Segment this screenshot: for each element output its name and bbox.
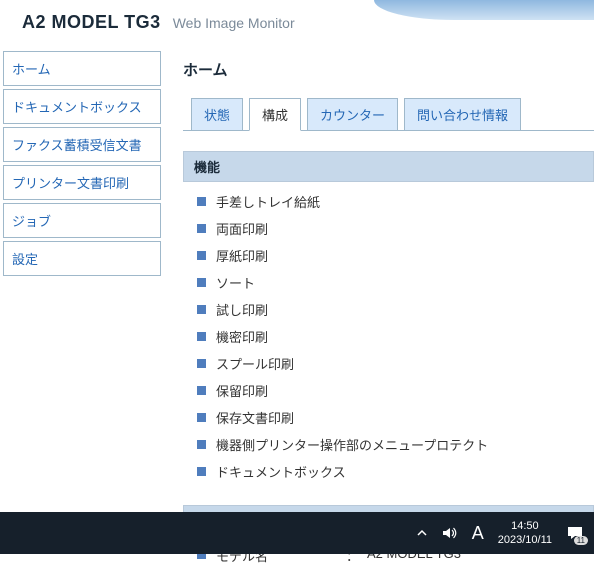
list-item: スプール印刷 bbox=[197, 350, 594, 377]
sidebar-item-printer-doc[interactable]: プリンター文書印刷 bbox=[3, 165, 161, 200]
notification-count: 11 bbox=[574, 536, 588, 545]
page-title: ホーム bbox=[183, 59, 594, 80]
list-item: 厚紙印刷 bbox=[197, 242, 594, 269]
tab-counter[interactable]: カウンター bbox=[307, 98, 398, 131]
feature-label: 両面印刷 bbox=[216, 219, 268, 238]
square-bullet-icon bbox=[197, 413, 206, 422]
feature-label: 機密印刷 bbox=[216, 327, 268, 346]
notification-icon[interactable]: 11 bbox=[566, 525, 584, 541]
tab-label: 問い合わせ情報 bbox=[417, 108, 508, 123]
square-bullet-icon bbox=[197, 197, 206, 206]
clock-date: 2023/10/11 bbox=[498, 533, 552, 547]
tab-label: 状態 bbox=[204, 108, 230, 123]
square-bullet-icon bbox=[197, 359, 206, 368]
list-item: 保留印刷 bbox=[197, 377, 594, 404]
feature-label: 保留印刷 bbox=[216, 381, 268, 400]
app-subtitle: Web Image Monitor bbox=[173, 15, 295, 31]
list-item: 手差しトレイ給紙 bbox=[197, 188, 594, 215]
feature-label: 厚紙印刷 bbox=[216, 246, 268, 265]
sidebar-item-home[interactable]: ホーム bbox=[3, 51, 161, 86]
sidebar-item-label: プリンター文書印刷 bbox=[12, 176, 129, 191]
list-item: 両面印刷 bbox=[197, 215, 594, 242]
sidebar-item-document-box[interactable]: ドキュメントボックス bbox=[3, 89, 161, 124]
sidebar-item-job[interactable]: ジョブ bbox=[3, 203, 161, 238]
square-bullet-icon bbox=[197, 224, 206, 233]
sidebar-item-label: ドキュメントボックス bbox=[12, 100, 142, 115]
tab-label: カウンター bbox=[320, 108, 385, 123]
clock[interactable]: 14:50 2023/10/11 bbox=[498, 519, 552, 547]
tab-status[interactable]: 状態 bbox=[191, 98, 243, 131]
app-title: A2 MODEL TG3 bbox=[22, 12, 161, 33]
sidebar: ホーム ドキュメントボックス ファクス蓄積受信文書 プリンター文書印刷 ジョブ … bbox=[3, 51, 161, 279]
list-item: 保存文書印刷 bbox=[197, 404, 594, 431]
feature-list: 手差しトレイ給紙 両面印刷 厚紙印刷 ソート 試し印刷 機密印刷 スプール印刷 … bbox=[183, 182, 594, 485]
main-content: ホーム 状態 構成 カウンター 問い合わせ情報 機能 手差しトレイ給紙 両面印刷… bbox=[161, 51, 594, 569]
sidebar-item-fax-stored[interactable]: ファクス蓄積受信文書 bbox=[3, 127, 161, 162]
feature-label: 機器側プリンター操作部のメニュープロテクト bbox=[216, 435, 488, 454]
tabs: 状態 構成 カウンター 問い合わせ情報 bbox=[191, 98, 594, 131]
square-bullet-icon bbox=[197, 467, 206, 476]
header: A2 MODEL TG3 Web Image Monitor bbox=[0, 0, 594, 51]
sidebar-item-label: ファクス蓄積受信文書 bbox=[12, 138, 142, 153]
feature-label: 試し印刷 bbox=[216, 300, 268, 319]
sidebar-item-label: ジョブ bbox=[12, 214, 51, 229]
square-bullet-icon bbox=[197, 278, 206, 287]
feature-label: ソート bbox=[216, 273, 255, 292]
square-bullet-icon bbox=[197, 251, 206, 260]
speaker-icon[interactable] bbox=[442, 526, 458, 540]
taskbar: A 14:50 2023/10/11 11 bbox=[0, 512, 594, 554]
square-bullet-icon bbox=[197, 332, 206, 341]
feature-label: スプール印刷 bbox=[216, 354, 294, 373]
header-curve bbox=[374, 0, 594, 20]
ime-indicator[interactable]: A bbox=[472, 523, 484, 544]
list-item: 機密印刷 bbox=[197, 323, 594, 350]
feature-label: 保存文書印刷 bbox=[216, 408, 294, 427]
feature-label: ドキュメントボックス bbox=[216, 462, 346, 481]
feature-label: 手差しトレイ給紙 bbox=[216, 192, 320, 211]
list-item: 機器側プリンター操作部のメニュープロテクト bbox=[197, 431, 594, 458]
square-bullet-icon bbox=[197, 440, 206, 449]
section-header-features: 機能 bbox=[183, 151, 594, 182]
list-item: ソート bbox=[197, 269, 594, 296]
list-item: 試し印刷 bbox=[197, 296, 594, 323]
sidebar-item-settings[interactable]: 設定 bbox=[3, 241, 161, 276]
tab-inquiry[interactable]: 問い合わせ情報 bbox=[404, 98, 521, 131]
tray-chevron-up-icon[interactable] bbox=[416, 527, 428, 539]
list-item: ドキュメントボックス bbox=[197, 458, 594, 485]
tab-label: 構成 bbox=[262, 108, 288, 123]
clock-time: 14:50 bbox=[498, 519, 552, 533]
tab-configuration[interactable]: 構成 bbox=[249, 98, 301, 131]
square-bullet-icon bbox=[197, 386, 206, 395]
sidebar-item-label: 設定 bbox=[12, 252, 38, 267]
square-bullet-icon bbox=[197, 305, 206, 314]
sidebar-item-label: ホーム bbox=[12, 62, 51, 77]
